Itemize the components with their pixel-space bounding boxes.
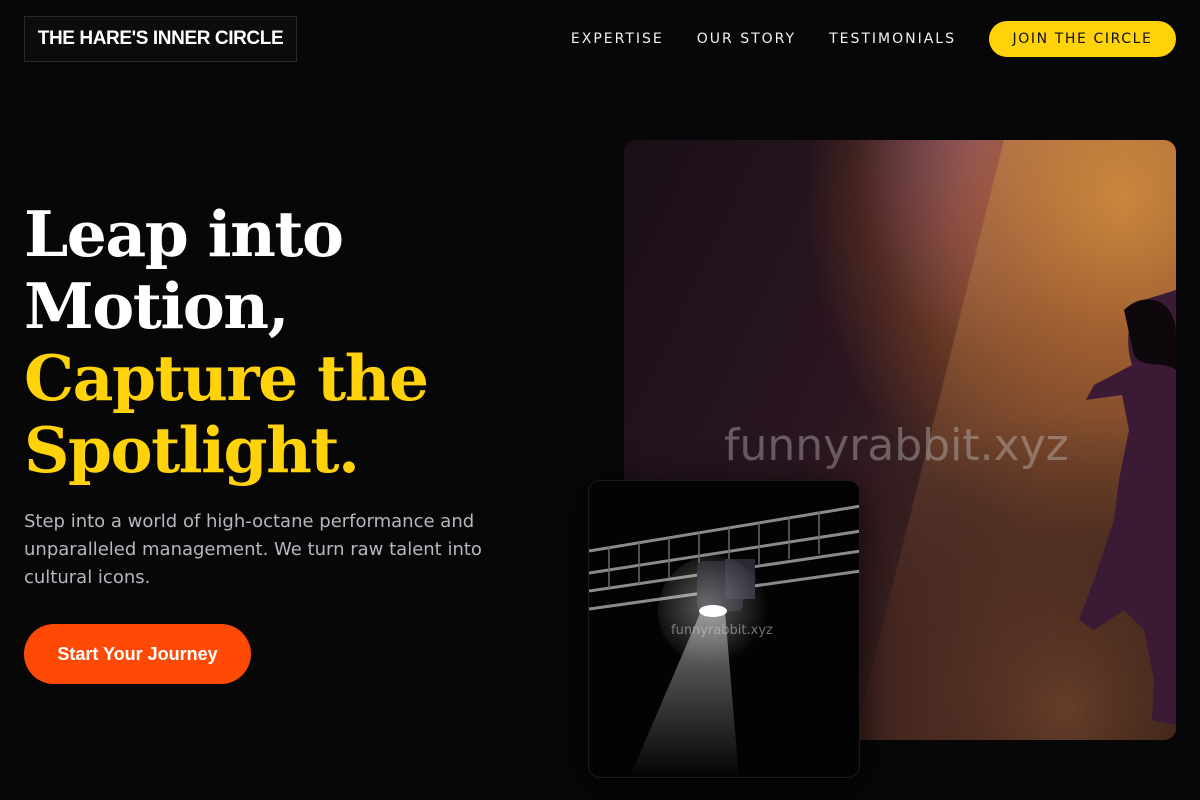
hero-title-line-4: Spotlight.	[24, 413, 360, 487]
hero-title-line-3: Capture the	[24, 341, 429, 415]
stage-light-photo: funnyrabbit.xyz	[588, 480, 860, 778]
hero-title: Leap into Motion, Capture the Spotlight.	[24, 198, 584, 486]
top-nav: THE HARE'S INNER CIRCLE EXPERTISE OUR ST…	[0, 0, 1200, 78]
nav-link-expertise[interactable]: EXPERTISE	[571, 28, 664, 50]
join-circle-button[interactable]: JOIN THE CIRCLE	[989, 21, 1176, 57]
watermark-main: funnyrabbit.xyz	[724, 420, 1069, 471]
hero-title-line-2: Motion,	[24, 269, 290, 343]
nav-link-our-story[interactable]: OUR STORY	[697, 28, 796, 50]
brand-logo[interactable]: THE HARE'S INNER CIRCLE	[24, 16, 297, 62]
start-journey-button[interactable]: Start Your Journey	[24, 624, 251, 684]
hero-subtitle: Step into a world of high-octane perform…	[24, 511, 482, 588]
nav-links: EXPERTISE OUR STORY TESTIMONIALS	[571, 28, 956, 50]
nav-link-testimonials[interactable]: TESTIMONIALS	[829, 28, 956, 50]
watermark-small: funnyrabbit.xyz	[671, 623, 773, 638]
hero-title-line-1: Leap into	[24, 197, 344, 271]
